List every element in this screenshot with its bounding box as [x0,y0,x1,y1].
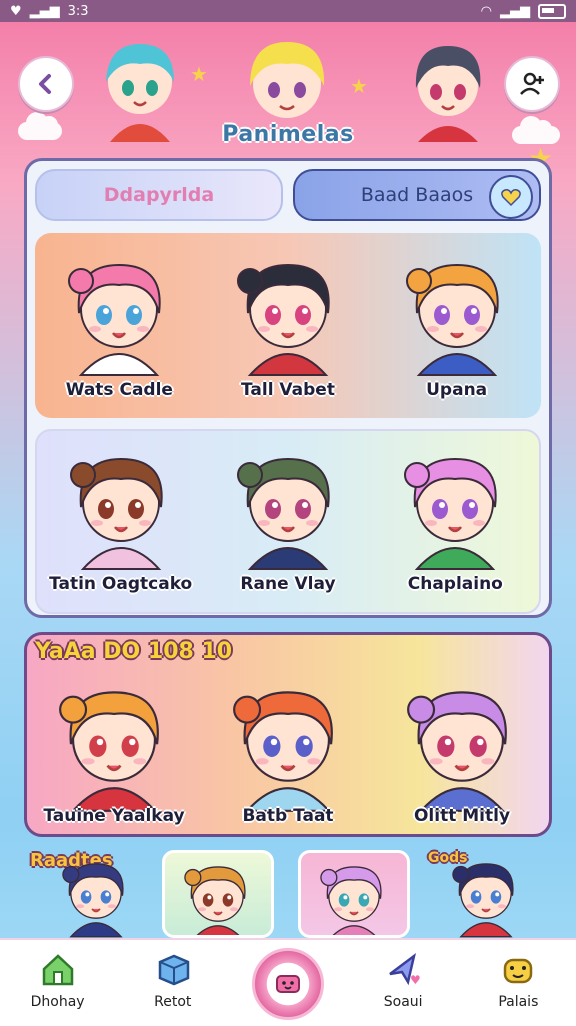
heart-icon: ♥ [10,3,22,19]
tab-first[interactable]: Ddapyrlda [35,169,283,221]
center-action-button[interactable] [251,948,324,1020]
character-card[interactable]: Rane Vlay [208,431,368,612]
wifi-icon: ◠ [480,3,492,19]
tab-second-label: Baad Baaos [360,184,474,206]
status-bar: ♥ ▂▄▆ 3:3 ◠ ▂▄▆ [0,0,576,22]
mini-character-strip: Raadtes Gods [0,846,576,938]
featured-panel: YaAa DO 108 10 Tauine Yaalkay Batb Taat … [24,632,552,837]
header: ★ ★ ★ Panimelas [0,22,576,175]
character-card[interactable]: Tatin Oagtcako [41,431,201,612]
character-name: Upana [426,380,488,400]
tab-bar: Ddapyrlda Baad Baaos [35,169,541,221]
character-portrait [404,457,497,570]
signal-icon: ▂▄▆ [29,3,60,19]
character-portrait [320,866,382,935]
character-name: Chaplaino [407,574,503,594]
character-portrait [184,866,246,935]
character-portrait [236,457,330,570]
heart-chat-icon [489,175,533,219]
character-row: Tatin Oagtcako Rane Vlay Chaplaino [35,429,541,614]
character-row: Wats Cadle Tall Vabet Upana [35,233,541,418]
cloud-decoration [18,112,62,140]
featured-character-card[interactable]: Olitt Mitly [377,659,547,834]
nav-center-action[interactable] [233,940,343,1020]
featured-character-card[interactable]: Batb Taat [203,659,373,834]
battery-icon [538,3,566,19]
nav-label: Soaui [383,994,423,1010]
star-icon: ★ [350,74,368,98]
character-portrait [405,263,499,376]
character-card[interactable]: Chaplaino [375,431,535,612]
character-name: Rane Vlay [240,574,336,594]
nav-retot[interactable]: Retot [118,940,228,1010]
character-portrait [62,863,124,938]
back-button[interactable] [18,56,74,112]
character-portrait [452,863,514,938]
frog-icon [504,958,533,984]
chevron-left-icon [39,74,51,94]
nav-home[interactable]: Dhohay [3,940,113,1010]
character-portrait [236,263,330,376]
cube-icon [158,954,190,986]
nav-social[interactable]: ♥ Soaui [348,940,458,1010]
character-portrait [69,457,163,570]
character-card[interactable]: Wats Cadle [39,233,199,418]
mini-character-card[interactable] [162,850,274,938]
character-card[interactable]: Tall Vabet [208,233,368,418]
character-card[interactable]: Upana [377,233,537,418]
character-name: Tatin Oagtcako [49,574,193,594]
nav-palais[interactable]: Palais [463,940,573,1010]
character-name: Tall Vabet [240,380,335,400]
character-name: Olitt Mitly [413,806,511,826]
nav-label: Dhohay [30,994,85,1010]
character-portrait [68,263,162,376]
featured-character-card[interactable]: Tauine Yaalkay [29,659,199,834]
profile-button[interactable] [504,56,560,112]
character-name: Tauine Yaalkay [43,806,185,826]
user-add-icon [520,72,544,95]
character-portrait [59,691,159,812]
app-title: Panimelas [222,122,354,147]
character-name: Batb Taat [242,806,334,826]
star-icon: ♥ [389,952,421,987]
mini-character-card[interactable] [298,850,410,938]
signal-icon: ▂▄▆ [500,3,530,19]
character-portrait [233,691,333,812]
character-grid-panel: Ddapyrlda Baad Baaos Wats Cadle Tall Vab… [24,158,552,618]
mini-character-card[interactable] [40,850,152,938]
nav-label: Retot [154,994,192,1010]
character-name: Wats Cadle [65,380,173,400]
header-character-avatar [398,30,498,154]
character-portrait [407,691,507,812]
bottom-navigation: Dhohay Retot ♥ Soaui Palais [0,938,576,1026]
star-icon: ★ [190,62,208,86]
tab-second[interactable]: Baad Baaos [293,169,541,221]
svg-text:♥: ♥ [410,973,421,987]
home-icon [42,954,73,986]
camera-icon [275,975,300,993]
featured-row: Tauine Yaalkay Batb Taat Olitt Mitly [27,659,549,834]
status-time: 3:3 [67,3,89,19]
nav-label: Palais [498,994,539,1010]
header-character-avatar [90,30,190,154]
mini-character-card[interactable] [430,850,542,938]
